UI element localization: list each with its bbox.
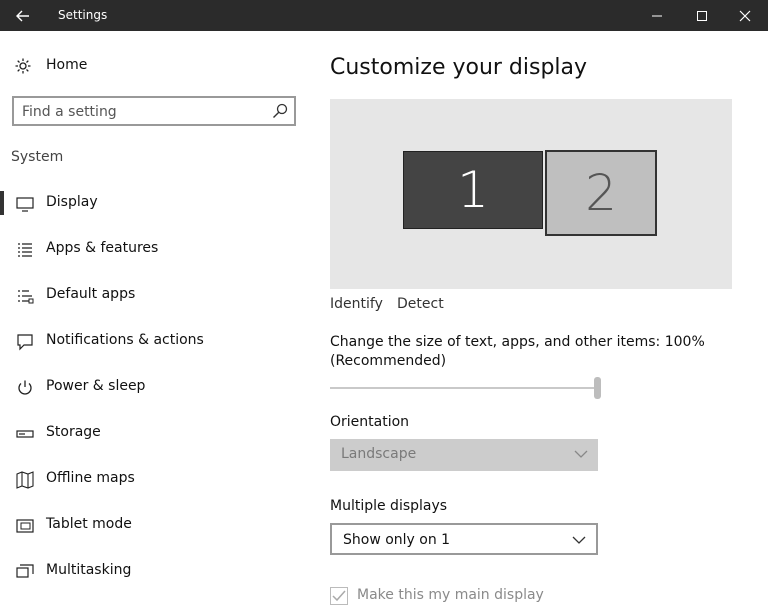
back-button[interactable] (0, 0, 46, 31)
sidebar-item-label: Tablet mode (46, 516, 132, 532)
maximize-button[interactable] (679, 0, 725, 31)
monitor-icon (16, 197, 34, 212)
checkbox-box[interactable] (330, 587, 348, 605)
multiple-displays-label: Multiple displays (330, 498, 448, 514)
checkmark-icon (332, 590, 346, 602)
scale-label: Change the size of text, apps, and other… (330, 334, 705, 369)
sidebar-item-storage[interactable]: Storage (0, 413, 308, 453)
sidebar-item-label: Notifications & actions (46, 332, 204, 348)
scale-slider[interactable] (330, 377, 602, 401)
sidebar-item-default-apps[interactable]: Default apps (0, 275, 308, 315)
title-bar: Settings (0, 0, 768, 31)
identify-link[interactable]: Identify (330, 296, 383, 312)
search-icon[interactable] (272, 103, 288, 119)
monitor-1[interactable]: 1 (403, 151, 543, 229)
sidebar-item-offline-maps[interactable]: Offline maps (0, 459, 308, 499)
back-arrow-icon (16, 10, 29, 21)
search-input[interactable] (22, 102, 262, 122)
storage-icon (16, 430, 34, 438)
sidebar-item-label: Display (46, 194, 98, 210)
notification-icon (17, 334, 33, 351)
multiple-displays-dropdown[interactable]: Show only on 1 (330, 523, 598, 555)
sidebar-item-label: Default apps (46, 286, 136, 302)
sidebar: Home System Display Apps & features Defa… (0, 31, 308, 606)
default-apps-icon (18, 290, 34, 304)
main-display-checkbox[interactable]: Make this my main display (330, 586, 630, 606)
sidebar-item-display[interactable]: Display (0, 183, 308, 223)
orientation-value: Landscape (341, 446, 417, 462)
orientation-label: Orientation (330, 414, 410, 430)
multitasking-icon (16, 564, 34, 578)
home-nav-item[interactable]: Home (0, 51, 308, 81)
slider-track (330, 387, 598, 389)
minimize-icon (652, 15, 662, 16)
close-icon (739, 10, 751, 21)
sidebar-item-notifications[interactable]: Notifications & actions (0, 321, 308, 361)
chevron-down-icon (574, 450, 588, 458)
sidebar-item-label: Multitasking (46, 562, 132, 578)
display-arrangement-area[interactable]: 1 2 (330, 99, 732, 289)
maximize-icon (697, 10, 707, 21)
multiple-displays-value: Show only on 1 (343, 532, 451, 548)
tablet-icon (16, 519, 34, 533)
section-heading-system: System (11, 149, 64, 165)
main-content: Customize your display 1 2 Identify Dete… (308, 31, 768, 606)
map-icon (16, 471, 34, 489)
gear-icon (15, 58, 31, 74)
close-button[interactable] (722, 0, 768, 31)
search-box[interactable] (12, 96, 296, 126)
monitor-2[interactable]: 2 (545, 150, 657, 236)
main-display-label: Make this my main display (357, 587, 544, 603)
sidebar-item-label: Apps & features (46, 240, 159, 256)
page-title: Customize your display (330, 55, 588, 80)
slider-thumb[interactable] (594, 377, 601, 399)
list-icon (18, 243, 32, 257)
sidebar-item-apps-features[interactable]: Apps & features (0, 229, 308, 269)
power-icon (18, 380, 32, 395)
minimize-button[interactable] (634, 0, 680, 31)
home-label: Home (46, 57, 88, 73)
sidebar-item-label: Storage (46, 424, 101, 440)
sidebar-item-power-sleep[interactable]: Power & sleep (0, 367, 308, 407)
sidebar-item-multitasking[interactable]: Multitasking (0, 551, 308, 591)
sidebar-item-label: Power & sleep (46, 378, 146, 394)
detect-link[interactable]: Detect (397, 296, 444, 312)
sidebar-item-tablet-mode[interactable]: Tablet mode (0, 505, 308, 545)
window-title: Settings (58, 8, 108, 22)
sidebar-item-label: Offline maps (46, 470, 135, 486)
orientation-dropdown[interactable]: Landscape (330, 439, 598, 471)
chevron-down-icon (572, 536, 586, 544)
